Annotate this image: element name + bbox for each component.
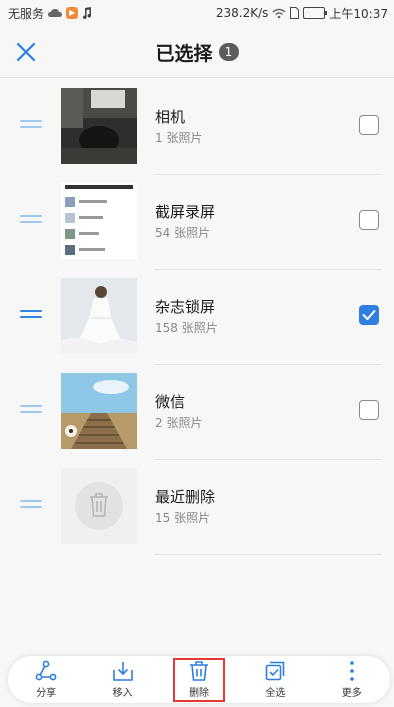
album-row-camera[interactable]: 相机 1 张照片: [0, 80, 394, 175]
more-icon: [349, 661, 354, 681]
album-thumbnail: [61, 183, 137, 259]
album-thumbnail: [61, 373, 137, 449]
close-icon: [16, 42, 36, 62]
album-name: 杂志锁屏: [155, 298, 216, 316]
more-button[interactable]: 更多: [322, 657, 382, 702]
page-title: 已选择: [155, 42, 213, 65]
share-label: 分享: [36, 688, 57, 699]
album-row-screenshots[interactable]: 截屏录屏 54 张照片: [0, 175, 394, 270]
selected-count-badge: 1: [218, 43, 239, 61]
cloud-icon: [48, 8, 63, 18]
album-photo-count: 54 张照片: [155, 226, 211, 240]
checkmark-icon: [362, 310, 376, 320]
drag-handle-icon[interactable]: [20, 500, 42, 512]
music-icon: [82, 7, 92, 19]
album-photo-count: 158 张照片: [155, 321, 218, 335]
trash-icon: [189, 661, 208, 681]
share-button[interactable]: 分享: [16, 657, 76, 702]
drag-handle-icon[interactable]: [20, 310, 42, 322]
select-all-label: 全选: [265, 688, 286, 699]
album-checkbox[interactable]: [359, 400, 379, 420]
status-bar: 无服务 ▶ 238.2K/s 上午10:37: [0, 0, 394, 26]
album-thumbnail: [61, 278, 137, 354]
album-row-recently-deleted[interactable]: 最近删除 15 张照片: [0, 460, 394, 555]
clock: 上午10:37: [329, 6, 388, 21]
album-name: 微信: [155, 393, 186, 411]
more-label: 更多: [341, 688, 362, 699]
net-speed: 238.2K/s: [215, 6, 269, 20]
carrier-text: 无服务: [8, 6, 45, 21]
bottom-toolbar: 分享 移入 删除 全选 更多: [8, 656, 390, 703]
app-notification-icon: ▶: [66, 7, 79, 19]
album-name: 相机: [155, 108, 186, 126]
album-list: 相机 1 张照片 截屏录屏 54 张照片 杂志锁屏 158 张照片 微信 2 张…: [0, 80, 394, 555]
row-divider: [154, 554, 382, 555]
delete-button[interactable]: 删除: [169, 657, 229, 702]
wifi-icon: [272, 8, 286, 19]
selection-header: 已选择 1: [0, 26, 394, 78]
album-row-magazine-lock[interactable]: 杂志锁屏 158 张照片: [0, 270, 394, 365]
move-in-label: 移入: [112, 688, 133, 699]
album-photo-count: 15 张照片: [155, 511, 211, 525]
select-all-button[interactable]: 全选: [245, 657, 305, 702]
drag-handle-icon[interactable]: [20, 405, 42, 417]
delete-label: 删除: [188, 688, 209, 699]
album-name: 最近删除: [155, 488, 216, 506]
album-thumbnail: [61, 88, 137, 164]
sim-icon: [290, 7, 300, 19]
album-row-wechat[interactable]: 微信 2 张照片: [0, 365, 394, 460]
album-checkbox[interactable]: [359, 115, 379, 135]
album-photo-count: 2 张照片: [155, 416, 203, 430]
share-icon: [35, 660, 57, 681]
album-checkbox[interactable]: [359, 210, 379, 230]
select-all-icon: [266, 661, 285, 681]
drag-handle-icon[interactable]: [20, 215, 42, 227]
album-thumbnail: [61, 468, 137, 544]
album-checkbox[interactable]: [359, 305, 379, 325]
move-in-icon: [112, 662, 133, 681]
battery-icon: [303, 7, 328, 19]
album-name: 截屏录屏: [155, 203, 216, 221]
move-in-button[interactable]: 移入: [93, 657, 153, 702]
album-photo-count: 1 张照片: [155, 131, 203, 145]
drag-handle-icon[interactable]: [20, 120, 42, 132]
close-button[interactable]: [14, 40, 38, 64]
